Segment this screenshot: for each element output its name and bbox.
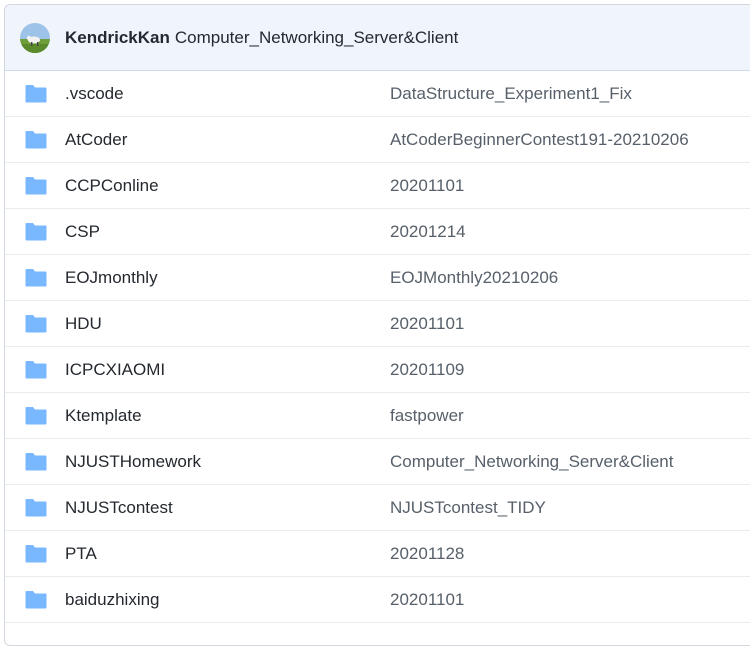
folder-icon <box>25 452 47 471</box>
file-name-link[interactable]: AtCoder <box>65 130 127 150</box>
folder-icon <box>25 498 47 517</box>
commit-message-link[interactable]: Computer_Networking_Server&Client <box>175 28 458 48</box>
file-name-link[interactable]: ICPCXIAOMI <box>65 360 165 380</box>
latest-commit-header: KendrickKan Computer_Networking_Server&C… <box>5 5 750 71</box>
folder-icon <box>25 406 47 425</box>
folder-icon <box>25 84 47 103</box>
commit-author-link[interactable]: KendrickKan <box>65 28 170 48</box>
file-row[interactable]: PTA 20201128 <box>5 531 750 577</box>
file-commit-message-link[interactable]: 20201128 <box>390 544 464 564</box>
repository-file-list: KendrickKan Computer_Networking_Server&C… <box>4 4 750 646</box>
file-row[interactable]: NJUSTHomework Computer_Networking_Server&… <box>5 439 750 485</box>
folder-icon <box>25 176 47 195</box>
file-commit-message-link[interactable]: 20201101 <box>390 590 464 610</box>
file-row[interactable]: Ktemplate fastpower <box>5 393 750 439</box>
file-row[interactable]: NJUSTcontest NJUSTcontest_TIDY <box>5 485 750 531</box>
file-commit-message-link[interactable]: EOJMonthly20210206 <box>390 268 558 288</box>
folder-icon <box>25 590 47 609</box>
file-name-link[interactable]: NJUSTHomework <box>65 452 201 472</box>
file-row[interactable]: .vscode DataStructure_Experiment1_Fix <box>5 71 750 117</box>
folder-icon <box>25 360 47 379</box>
file-name-link[interactable]: CCPConline <box>65 176 159 196</box>
file-commit-message-link[interactable]: Computer_Networking_Server&Client <box>390 452 673 472</box>
file-commit-message-link[interactable]: AtCoderBeginnerContest191-20210206 <box>390 130 689 150</box>
file-row[interactable]: HDU 20201101 <box>5 301 750 347</box>
file-row[interactable]: AtCoder AtCoderBeginnerContest191-2021020… <box>5 117 750 163</box>
file-commit-message-link[interactable]: fastpower <box>390 406 464 426</box>
file-commit-message-link[interactable]: DataStructure_Experiment1_Fix <box>390 84 632 104</box>
folder-icon <box>25 222 47 241</box>
file-row[interactable]: baiduzhixing 20201101 <box>5 577 750 623</box>
file-row[interactable]: ICPCXIAOMI 20201109 <box>5 347 750 393</box>
file-commit-message-link[interactable]: 20201101 <box>390 176 464 196</box>
file-name-link[interactable]: NJUSTcontest <box>65 498 173 518</box>
author-avatar[interactable] <box>20 22 50 53</box>
file-name-link[interactable]: Ktemplate <box>65 406 142 426</box>
file-name-link[interactable]: HDU <box>65 314 102 334</box>
file-name-link[interactable]: .vscode <box>65 84 124 104</box>
folder-icon <box>25 314 47 333</box>
file-name-link[interactable]: CSP <box>65 222 100 242</box>
file-commit-message-link[interactable]: 20201214 <box>390 222 466 242</box>
file-commit-message-link[interactable]: 20201101 <box>390 314 464 334</box>
folder-icon <box>25 130 47 149</box>
file-name-link[interactable]: PTA <box>65 544 97 564</box>
file-row[interactable]: CSP 20201214 <box>5 209 750 255</box>
folder-icon <box>25 268 47 287</box>
folder-icon <box>25 544 47 563</box>
file-row[interactable]: CCPConline 20201101 <box>5 163 750 209</box>
file-commit-message-link[interactable]: NJUSTcontest_TIDY <box>390 498 546 518</box>
file-row[interactable]: EOJmonthly EOJMonthly20210206 <box>5 255 750 301</box>
file-name-link[interactable]: EOJmonthly <box>65 268 158 288</box>
file-name-link[interactable]: baiduzhixing <box>65 590 160 610</box>
file-commit-message-link[interactable]: 20201109 <box>390 360 464 380</box>
